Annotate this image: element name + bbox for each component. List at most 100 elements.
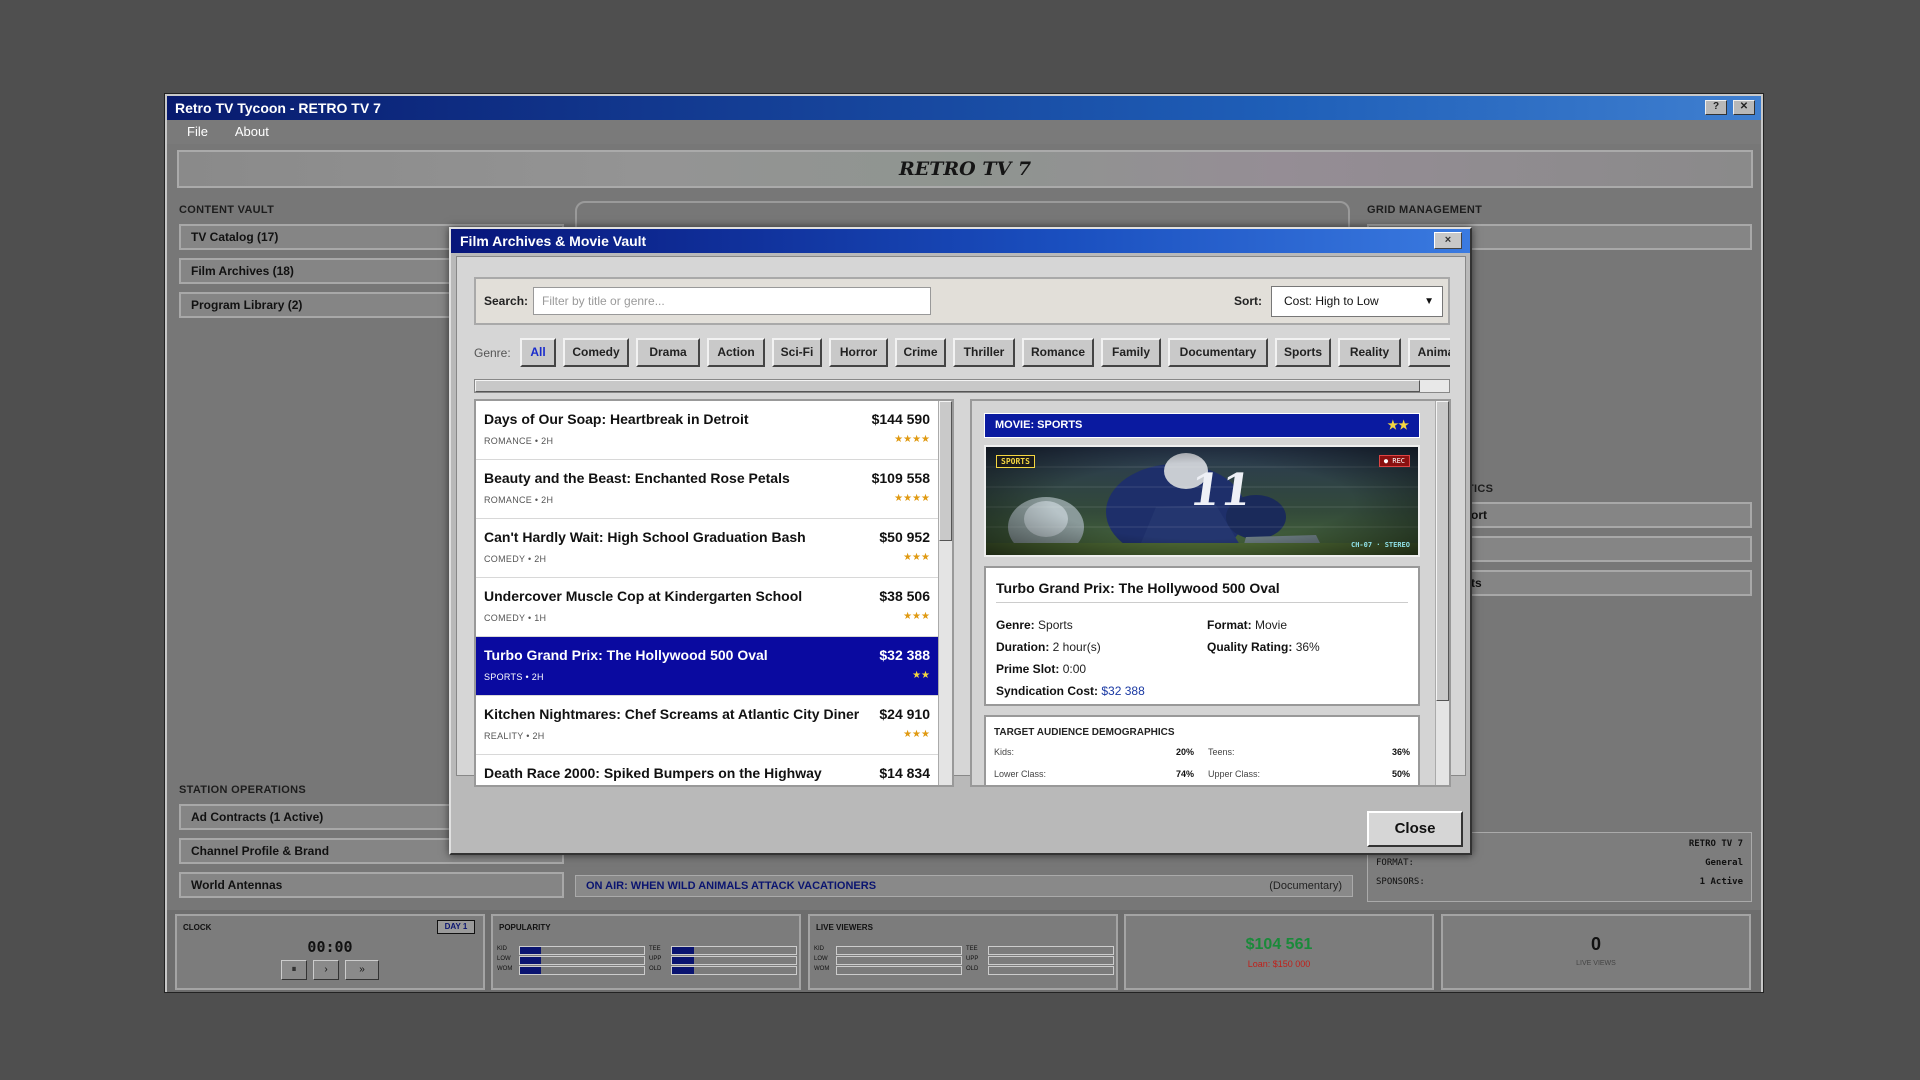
modal-titlebar: Film Archives & Movie Vault × [451,229,1470,253]
film-price: $24 910 [879,706,930,722]
content-vault-heading: CONTENT VAULT [179,204,275,216]
sponsors-label: SPONSORS: [1376,877,1425,887]
film-stars: ★★★ [903,611,930,622]
live-viewers-bar-low: LOW [814,956,964,965]
search-bar: Search: Sort: Cost: High to Low ▼ [474,277,1450,325]
genre-romance[interactable]: Romance [1022,338,1094,367]
close-icon[interactable]: ✕ [1733,100,1755,115]
genre-animat[interactable]: Animat [1408,338,1450,367]
bar-track [836,956,962,965]
film-list-item[interactable]: Beauty and the Beast: Enchanted Rose Pet… [476,460,938,519]
menu-bar: File About [167,120,1761,144]
film-list-item[interactable]: Death Race 2000: Spiked Bumpers on the H… [476,755,938,785]
scrollbar-thumb[interactable] [1436,401,1449,701]
money-value: $104 561 [1245,936,1313,953]
genre-documentary[interactable]: Documentary [1168,338,1268,367]
scrollbar-thumb[interactable] [475,380,1420,392]
genre-horror[interactable]: Horror [829,338,888,367]
film-stars: ★★★★ [894,493,930,504]
clock-panel: CLOCK DAY 1 00:00 ⏸ › » [175,914,485,990]
scrollbar-thumb[interactable] [939,401,952,541]
genre-crime[interactable]: Crime [895,338,946,367]
film-title: Can't Hardly Wait: High School Graduatio… [484,529,806,545]
bar-label: TEE [649,946,661,952]
popularity-bar-wom: WOM [497,966,647,975]
menu-file[interactable]: File [187,124,208,139]
pause-button[interactable]: ⏸ [281,960,307,980]
detail-header: MOVIE: SPORTS ★★ [984,413,1420,438]
help-icon[interactable]: ? [1705,100,1727,115]
modal-close-icon[interactable]: × [1434,232,1462,249]
bar-fill [672,967,695,974]
film-title: Kitchen Nightmares: Chef Screams at Atla… [484,706,860,722]
live-viewers-panel: LIVE VIEWERS KID TEE LOW UPP WOM OLD [808,914,1118,990]
detail-syndication-cost: Syndication Cost: $32 388 [996,684,1145,698]
popularity-bar-old: OLD [649,966,799,975]
play-button[interactable]: › [313,960,339,980]
genre-sports[interactable]: Sports [1275,338,1331,367]
bar-track [988,966,1114,975]
bar-fill [672,947,695,954]
genre-comedy[interactable]: Comedy [563,338,629,367]
film-list-item[interactable]: Turbo Grand Prix: The Hollywood 500 Oval… [476,637,938,696]
live-viewers-bar-tee: TEE [966,946,1116,955]
world-antennas-button[interactable]: World Antennas [179,872,564,898]
film-meta: SPORTS • 2H [484,672,544,682]
bar-label: LOW [497,956,511,962]
close-button[interactable]: Close [1367,811,1463,847]
window-titlebar: Retro TV Tycoon - RETRO TV 7 ? ✕ [167,96,1761,120]
film-list-item[interactable]: Undercover Muscle Cop at Kindergarten Sc… [476,578,938,637]
film-list-scrollbar[interactable] [938,401,952,785]
sort-select[interactable]: Cost: High to Low ▼ [1271,286,1443,317]
bar-label: UPP [649,956,662,962]
channel-overlay: CH-07 · STEREO [1350,541,1410,549]
popularity-bar-upp: UPP [649,956,799,965]
bar-label: WOM [814,966,830,972]
sort-value: Cost: High to Low [1284,294,1379,308]
film-title: Beauty and the Beast: Enchanted Rose Pet… [484,470,790,486]
detail-stars: ★★ [1387,418,1409,432]
genre-family[interactable]: Family [1101,338,1161,367]
film-list-item[interactable]: Days of Our Soap: Heartbreak in Detroit R… [476,401,938,460]
rec-badge: ● REC [1378,455,1410,467]
menu-about[interactable]: About [235,124,269,139]
demo-kids: Kids: 20% [994,747,1194,757]
genre-action[interactable]: Action [707,338,765,367]
film-meta: COMEDY • 1H [484,613,547,623]
station-operations-heading: STATION OPERATIONS [179,784,307,796]
film-stars: ★★★★ [894,434,930,445]
bar-label: KID [814,946,825,952]
demo-teens: Teens: 36% [1208,747,1410,757]
detail-genre: Genre: Sports [996,618,1073,632]
film-price: $109 558 [871,470,930,486]
popularity-bar-low: LOW [497,956,647,965]
bar-label: KID [497,946,508,952]
on-air-ticker: ON AIR: WHEN WILD ANIMALS ATTACK VACATIO… [575,875,1353,897]
genre-thriller[interactable]: Thriller [953,338,1015,367]
genre-reality[interactable]: Reality [1338,338,1401,367]
clock-time: 00:00 [307,938,353,956]
film-list-item[interactable]: Kitchen Nightmares: Chef Screams at Atla… [476,696,938,755]
detail-format: Format: Movie [1207,618,1288,632]
live-views-value: 0 [1590,934,1601,954]
genre-drama[interactable]: Drama [636,338,700,367]
bar-label: LOW [814,956,828,962]
film-archives-modal: Film Archives & Movie Vault × Search: So… [449,227,1472,855]
window-title: Retro TV Tycoon - RETRO TV 7 [175,100,381,116]
demographics-heading: TARGET AUDIENCE DEMOGRAPHICS [994,727,1175,738]
genre-all[interactable]: All [520,338,556,367]
sports-tag: SPORTS [996,455,1035,468]
detail-scrollbar[interactable] [1435,401,1449,785]
format-label: FORMAT: [1376,858,1414,868]
search-input[interactable] [533,287,931,315]
bar-fill [520,967,542,974]
fast-forward-button[interactable]: » [345,960,379,980]
demo-lower-class: Lower Class: 74% [994,769,1194,779]
genre-sci-fi[interactable]: Sci-Fi [772,338,822,367]
genre-horizontal-scrollbar[interactable] [474,379,1450,393]
film-price: $50 952 [879,529,930,545]
film-meta: REALITY • 2H [484,731,545,741]
film-list-item[interactable]: Can't Hardly Wait: High School Graduatio… [476,519,938,578]
bar-track [836,966,962,975]
film-price: $32 388 [879,647,930,663]
